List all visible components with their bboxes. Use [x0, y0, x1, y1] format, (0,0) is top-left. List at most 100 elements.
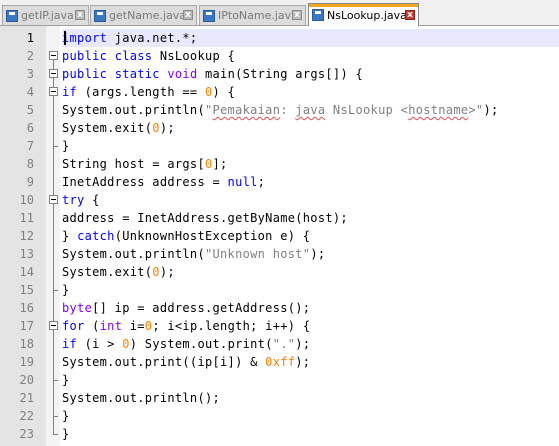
fold-end-marker	[48, 137, 59, 155]
code-line[interactable]: 10 try {	[0, 191, 559, 209]
code-line[interactable]: 4 if (args.length == 0) {	[0, 83, 559, 101]
code-token: (UnknownHostException e) {	[114, 229, 311, 243]
fold-line	[48, 245, 59, 263]
code-line[interactable]: 17 for (int i=0; i<ip.length; i++) {	[0, 317, 559, 335]
code-token: public	[62, 67, 108, 81]
code-line[interactable]: 13 System.out.println("Unknown host");	[0, 245, 559, 263]
code-token: (i >	[77, 337, 123, 351]
code-line[interactable]: 12} catch(UnknownHostException e) {	[0, 227, 559, 245]
close-tab-icon[interactable]: x	[75, 10, 85, 20]
code-text[interactable]: byte[] ip = address.getAddress();	[62, 299, 559, 317]
code-line[interactable]: 6 System.exit(0);	[0, 119, 559, 137]
close-tab-icon[interactable]: x	[405, 10, 415, 20]
code-text[interactable]: System.exit(0);	[62, 263, 559, 281]
code-token: }	[62, 283, 70, 297]
code-line[interactable]: 7}	[0, 137, 559, 155]
code-token: hostname	[408, 103, 469, 117]
code-text[interactable]: System.exit(0);	[62, 119, 559, 137]
code-line[interactable]: 20}	[0, 371, 559, 389]
code-text[interactable]: }	[62, 137, 559, 155]
code-text[interactable]: public static void main(String args[]) {	[62, 65, 559, 83]
tab-nslookup-java[interactable]: NsLookup.java x	[308, 3, 419, 26]
fold-line	[48, 389, 59, 407]
tab-label: getName.java	[109, 9, 187, 22]
java-file-icon	[312, 9, 324, 21]
code-line[interactable]: 3 public static void main(String args[]) …	[0, 65, 559, 83]
tab-getip-java[interactable]: getIP.java x	[2, 5, 89, 25]
code-token: :	[280, 103, 296, 117]
code-token: );	[310, 247, 326, 261]
code-line[interactable]: 2 public class NsLookup {	[0, 47, 559, 65]
line-number: 13	[19, 247, 34, 261]
code-line[interactable]: 23}	[0, 425, 559, 443]
code-line[interactable]: 18 if (i > 0) System.out.print(".");	[0, 335, 559, 353]
fold-toggle-icon[interactable]	[48, 47, 59, 65]
code-text[interactable]: }	[62, 371, 559, 389]
code-token: >"	[468, 103, 484, 117]
code-token: System.exit(	[62, 265, 153, 279]
fold-toggle-icon[interactable]	[48, 65, 59, 83]
code-line[interactable]: 15}	[0, 281, 559, 299]
code-token: System.out.print((ip[i]) &	[62, 355, 266, 369]
code-text[interactable]: public class NsLookup {	[62, 47, 559, 65]
code-text[interactable]: if (args.length == 0) {	[62, 83, 559, 101]
code-text[interactable]: System.out.println();	[62, 389, 559, 407]
close-tab-icon[interactable]: x	[292, 10, 302, 20]
code-text[interactable]: InetAddress address = null;	[62, 173, 559, 191]
java-file-icon	[94, 9, 106, 22]
code-token: 0	[204, 157, 213, 171]
code-token: }	[62, 373, 70, 387]
code-text[interactable]: String host = args[0];	[62, 155, 559, 173]
code-line[interactable]: 21 System.out.println();	[0, 389, 559, 407]
code-token: byte	[62, 301, 93, 315]
code-line[interactable]: 14 System.exit(0);	[0, 263, 559, 281]
line-number: 23	[19, 427, 34, 441]
code-token: (args.length ==	[77, 85, 205, 99]
code-token: [] ip = address.getAddress();	[92, 301, 311, 315]
code-token: ; i<ip.length; i++) {	[152, 319, 311, 333]
java-file-icon	[203, 9, 215, 22]
code-line[interactable]: 19 System.out.print((ip[i]) & 0xff);	[0, 353, 559, 371]
line-number: 16	[19, 301, 34, 315]
code-editor[interactable]: 1 import java.net.*; 2 public class NsLooku…	[0, 26, 559, 446]
code-token: java.net.*;	[107, 31, 198, 45]
code-line[interactable]: 1 import java.net.*;	[0, 29, 559, 47]
code-text[interactable]: }	[62, 407, 559, 425]
code-text[interactable]: if (i > 0) System.out.print(".");	[62, 335, 559, 353]
fold-end-marker	[48, 407, 59, 425]
line-number: 21	[19, 391, 34, 405]
code-line[interactable]: 5 System.out.println("Pemakaian: java NsL…	[0, 101, 559, 119]
code-line[interactable]: 8 String host = args[0];	[0, 155, 559, 173]
code-text[interactable]: System.out.println("Unknown host");	[62, 245, 559, 263]
fold-toggle-icon[interactable]	[48, 191, 59, 209]
tab-getname-java[interactable]: getName.java x	[90, 5, 197, 25]
code-text[interactable]: System.out.println("Pemakaian: java NsLo…	[62, 101, 559, 119]
code-line[interactable]: 9 InetAddress address = null;	[0, 173, 559, 191]
code-token: void	[167, 67, 198, 81]
close-tab-icon[interactable]: x	[183, 10, 193, 20]
code-text[interactable]: address = InetAddress.getByName(host);	[62, 209, 559, 227]
code-text[interactable]: import java.net.*;	[62, 29, 559, 47]
code-token: }	[62, 427, 70, 441]
code-token: 0	[204, 85, 213, 99]
code-token: public	[62, 49, 108, 63]
fold-toggle-icon[interactable]	[48, 317, 59, 335]
line-number: 8	[26, 157, 34, 171]
tab-iptoname-java[interactable]: IPtoName.java x	[199, 5, 306, 25]
code-token: class	[114, 49, 153, 63]
line-number: 9	[26, 175, 34, 189]
code-token: System.out.println(	[62, 103, 205, 117]
code-text[interactable]: System.out.print((ip[i]) & 0xff);	[62, 353, 559, 371]
code-line[interactable]: 22}	[0, 407, 559, 425]
fold-toggle-icon[interactable]	[48, 83, 59, 101]
code-token: 0	[152, 265, 160, 279]
code-text[interactable]: try {	[62, 191, 559, 209]
code-text[interactable]: for (int i=0; i<ip.length; i++) {	[62, 317, 559, 335]
fold-line	[48, 101, 59, 119]
code-text[interactable]: }	[62, 281, 559, 299]
code-text[interactable]: } catch(UnknownHostException e) {	[62, 227, 559, 245]
code-text[interactable]: }	[62, 425, 559, 443]
code-line[interactable]: 11 address = InetAddress.getByName(host);	[0, 209, 559, 227]
code-line[interactable]: 16 byte[] ip = address.getAddress();	[0, 299, 559, 317]
